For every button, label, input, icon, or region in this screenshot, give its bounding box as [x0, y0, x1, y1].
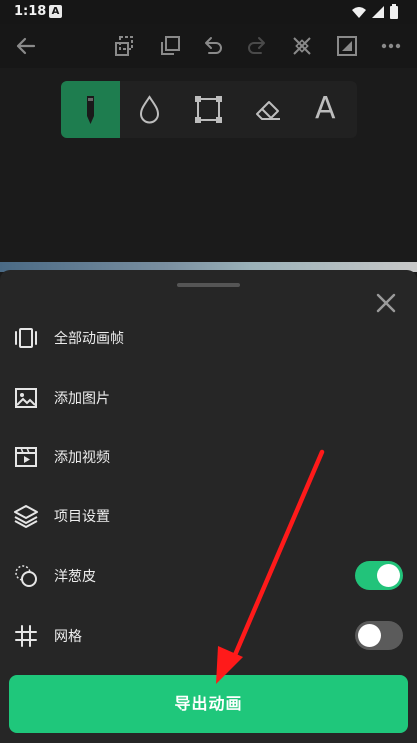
copy-frame-button[interactable]: [111, 32, 139, 60]
canvas-icon: [337, 36, 357, 56]
menu-item-label: 网格: [54, 629, 82, 645]
menu-item-add-image[interactable]: 添加图片: [0, 370, 417, 424]
menu-item-onion-skin[interactable]: 洋葱皮: [0, 548, 417, 602]
redo-button[interactable]: [243, 32, 271, 60]
pen-icon: [87, 96, 94, 124]
frames-icon: [15, 328, 37, 348]
canvas-button[interactable]: [333, 32, 361, 60]
status-icons: [351, 4, 407, 20]
status-bar: 1:18 A: [0, 0, 417, 24]
menu-item-label: 添加视频: [54, 450, 110, 466]
menu-item-grid[interactable]: 网格: [0, 608, 417, 662]
transform-button[interactable]: [288, 32, 316, 60]
notification-icon: A: [49, 5, 62, 18]
text-icon: A: [315, 91, 336, 126]
menu-item-label: 添加图片: [54, 391, 110, 407]
drop-icon: [139, 95, 160, 124]
undo-icon: [205, 37, 222, 54]
menu-item-label: 全部动画帧: [54, 331, 124, 347]
image-icon: [15, 388, 37, 408]
tool-tray: A: [61, 81, 357, 138]
redo-icon: [248, 37, 265, 54]
transform-icon: [293, 37, 311, 55]
layers-icon: [14, 505, 38, 528]
battery-icon: [390, 4, 398, 19]
more-icon: [381, 43, 401, 49]
menu-item-project-settings[interactable]: 项目设置: [0, 488, 417, 542]
status-time: 1:18: [14, 4, 47, 19]
copy-frame-icon: [115, 36, 133, 56]
drag-handle[interactable]: [177, 283, 240, 287]
back-button[interactable]: [12, 32, 40, 60]
signal-icon: [372, 6, 384, 18]
eraser-icon: [256, 101, 280, 120]
menu-item-label: 洋葱皮: [54, 569, 96, 585]
shape-icon: [195, 96, 222, 123]
text-tool[interactable]: A: [297, 81, 356, 138]
grid-icon: [15, 625, 37, 647]
menu-item-all-frames[interactable]: 全部动画帧: [0, 310, 417, 364]
back-arrow-icon: [16, 37, 36, 55]
duplicate-button[interactable]: [156, 32, 184, 60]
export-animation-button[interactable]: 导出动画: [9, 675, 408, 733]
video-icon: [15, 447, 37, 467]
duplicate-icon: [161, 36, 180, 55]
more-button[interactable]: [377, 32, 405, 60]
toggle-knob: [358, 624, 381, 647]
fill-tool[interactable]: [120, 81, 179, 138]
top-toolbar: [0, 24, 417, 68]
shape-tool[interactable]: [179, 81, 238, 138]
menu-item-label: 项目设置: [54, 509, 110, 525]
grid-toggle[interactable]: [355, 621, 403, 650]
menu-item-add-video[interactable]: 添加视频: [0, 429, 417, 483]
undo-button[interactable]: [199, 32, 227, 60]
pen-tool[interactable]: [61, 81, 120, 138]
wifi-icon: [352, 7, 366, 18]
toggle-knob: [377, 564, 400, 587]
onion-skin-toggle[interactable]: [355, 561, 403, 590]
bottom-sheet: 全部动画帧 添加图片 添加视频 项目设置 洋葱皮 网格: [0, 270, 417, 743]
eraser-tool[interactable]: [238, 81, 297, 138]
onion-skin-icon: [15, 565, 37, 587]
